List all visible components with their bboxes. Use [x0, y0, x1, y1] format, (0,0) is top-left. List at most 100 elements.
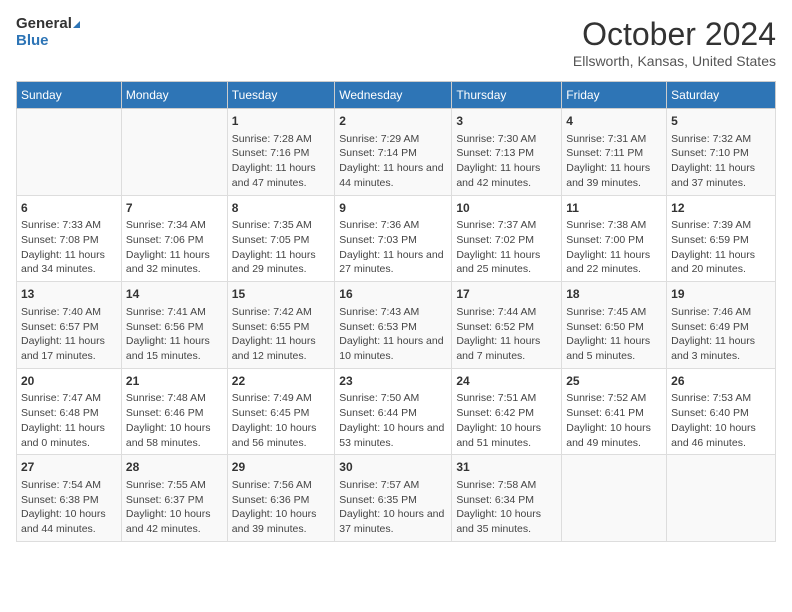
day-header-thursday: Thursday [452, 82, 562, 109]
day-number: 22 [232, 373, 330, 390]
calendar-cell: 28 Sunrise: 7:55 AM Sunset: 6:37 PM Dayli… [121, 455, 227, 542]
calendar-cell: 11Sunrise: 7:38 AM Sunset: 7:00 PM Dayli… [562, 195, 667, 282]
day-info: Sunrise: 7:58 AM Sunset: 6:34 PM Dayligh… [456, 478, 557, 537]
day-info: Sunrise: 7:39 AM Sunset: 6:59 PM Dayligh… [671, 218, 771, 277]
calendar-cell: 23Sunrise: 7:50 AM Sunset: 6:44 PM Dayli… [335, 368, 452, 455]
calendar-cell: 16Sunrise: 7:43 AM Sunset: 6:53 PM Dayli… [335, 282, 452, 369]
day-header-sunday: Sunday [17, 82, 122, 109]
day-header-tuesday: Tuesday [227, 82, 334, 109]
day-info: Sunrise: 7:55 AM Sunset: 6:37 PM Dayligh… [126, 478, 223, 537]
calendar-cell: 5 Sunrise: 7:32 AM Sunset: 7:10 PM Daylig… [667, 109, 776, 196]
calendar-cell: 18 Sunrise: 7:45 AM Sunset: 6:50 PM Dayli… [562, 282, 667, 369]
calendar-week-row: 1 Sunrise: 7:28 AM Sunset: 7:16 PM Daylig… [17, 109, 776, 196]
day-number: 23 [339, 373, 447, 390]
day-number: 9 [339, 200, 447, 217]
day-info: Sunrise: 7:28 AM Sunset: 7:16 PM Dayligh… [232, 132, 330, 191]
calendar-cell: 13 Sunrise: 7:40 AM Sunset: 6:57 PM Dayli… [17, 282, 122, 369]
day-header-friday: Friday [562, 82, 667, 109]
title-area: October 2024 Ellsworth, Kansas, United S… [573, 16, 776, 69]
day-info: Sunrise: 7:43 AM Sunset: 6:53 PM Dayligh… [339, 305, 447, 364]
day-info: Sunrise: 7:35 AM Sunset: 7:05 PM Dayligh… [232, 218, 330, 277]
day-number: 13 [21, 286, 117, 303]
calendar-cell: 9Sunrise: 7:36 AM Sunset: 7:03 PM Daylig… [335, 195, 452, 282]
page-header: General Blue October 2024 Ellsworth, Kan… [16, 16, 776, 69]
day-info: Sunrise: 7:40 AM Sunset: 6:57 PM Dayligh… [21, 305, 117, 364]
calendar-week-row: 6Sunrise: 7:33 AM Sunset: 7:08 PM Daylig… [17, 195, 776, 282]
calendar-cell [667, 455, 776, 542]
day-number: 24 [456, 373, 557, 390]
calendar-cell: 12Sunrise: 7:39 AM Sunset: 6:59 PM Dayli… [667, 195, 776, 282]
calendar-cell: 7Sunrise: 7:34 AM Sunset: 7:06 PM Daylig… [121, 195, 227, 282]
calendar-week-row: 13 Sunrise: 7:40 AM Sunset: 6:57 PM Dayli… [17, 282, 776, 369]
calendar-cell: 1 Sunrise: 7:28 AM Sunset: 7:16 PM Daylig… [227, 109, 334, 196]
calendar-header-row: SundayMondayTuesdayWednesdayThursdayFrid… [17, 82, 776, 109]
page-subtitle: Ellsworth, Kansas, United States [573, 53, 776, 69]
day-number: 27 [21, 459, 117, 476]
day-number: 28 [126, 459, 223, 476]
calendar-cell: 3Sunrise: 7:30 AM Sunset: 7:13 PM Daylig… [452, 109, 562, 196]
calendar-cell: 4 Sunrise: 7:31 AM Sunset: 7:11 PM Daylig… [562, 109, 667, 196]
day-info: Sunrise: 7:41 AM Sunset: 6:56 PM Dayligh… [126, 305, 223, 364]
day-info: Sunrise: 7:33 AM Sunset: 7:08 PM Dayligh… [21, 218, 117, 277]
day-number: 18 [566, 286, 662, 303]
calendar-cell: 2 Sunrise: 7:29 AM Sunset: 7:14 PM Daylig… [335, 109, 452, 196]
calendar-cell: 22Sunrise: 7:49 AM Sunset: 6:45 PM Dayli… [227, 368, 334, 455]
calendar-cell: 30 Sunrise: 7:57 AM Sunset: 6:35 PM Dayli… [335, 455, 452, 542]
day-header-saturday: Saturday [667, 82, 776, 109]
day-info: Sunrise: 7:29 AM Sunset: 7:14 PM Dayligh… [339, 132, 447, 191]
day-info: Sunrise: 7:54 AM Sunset: 6:38 PM Dayligh… [21, 478, 117, 537]
day-number: 8 [232, 200, 330, 217]
calendar-cell [562, 455, 667, 542]
day-info: Sunrise: 7:46 AM Sunset: 6:49 PM Dayligh… [671, 305, 771, 364]
day-info: Sunrise: 7:38 AM Sunset: 7:00 PM Dayligh… [566, 218, 662, 277]
calendar-week-row: 20Sunrise: 7:47 AM Sunset: 6:48 PM Dayli… [17, 368, 776, 455]
day-number: 10 [456, 200, 557, 217]
day-number: 29 [232, 459, 330, 476]
day-number: 17 [456, 286, 557, 303]
calendar-cell [17, 109, 122, 196]
day-info: Sunrise: 7:37 AM Sunset: 7:02 PM Dayligh… [456, 218, 557, 277]
calendar-cell: 25Sunrise: 7:52 AM Sunset: 6:41 PM Dayli… [562, 368, 667, 455]
day-info: Sunrise: 7:51 AM Sunset: 6:42 PM Dayligh… [456, 391, 557, 450]
calendar-cell: 24Sunrise: 7:51 AM Sunset: 6:42 PM Dayli… [452, 368, 562, 455]
day-number: 2 [339, 113, 447, 130]
day-number: 5 [671, 113, 771, 130]
calendar-cell: 8Sunrise: 7:35 AM Sunset: 7:05 PM Daylig… [227, 195, 334, 282]
calendar-cell: 15 Sunrise: 7:42 AM Sunset: 6:55 PM Dayli… [227, 282, 334, 369]
day-info: Sunrise: 7:50 AM Sunset: 6:44 PM Dayligh… [339, 391, 447, 450]
day-info: Sunrise: 7:49 AM Sunset: 6:45 PM Dayligh… [232, 391, 330, 450]
calendar-cell: 26Sunrise: 7:53 AM Sunset: 6:40 PM Dayli… [667, 368, 776, 455]
day-info: Sunrise: 7:56 AM Sunset: 6:36 PM Dayligh… [232, 478, 330, 537]
day-info: Sunrise: 7:34 AM Sunset: 7:06 PM Dayligh… [126, 218, 223, 277]
calendar-cell: 29 Sunrise: 7:56 AM Sunset: 6:36 PM Dayli… [227, 455, 334, 542]
day-number: 30 [339, 459, 447, 476]
calendar-table: SundayMondayTuesdayWednesdayThursdayFrid… [16, 81, 776, 542]
day-number: 6 [21, 200, 117, 217]
calendar-week-row: 27 Sunrise: 7:54 AM Sunset: 6:38 PM Dayli… [17, 455, 776, 542]
calendar-cell [121, 109, 227, 196]
day-info: Sunrise: 7:31 AM Sunset: 7:11 PM Dayligh… [566, 132, 662, 191]
day-info: Sunrise: 7:53 AM Sunset: 6:40 PM Dayligh… [671, 391, 771, 450]
day-info: Sunrise: 7:42 AM Sunset: 6:55 PM Dayligh… [232, 305, 330, 364]
day-info: Sunrise: 7:30 AM Sunset: 7:13 PM Dayligh… [456, 132, 557, 191]
day-number: 1 [232, 113, 330, 130]
day-number: 15 [232, 286, 330, 303]
calendar-cell: 17Sunrise: 7:44 AM Sunset: 6:52 PM Dayli… [452, 282, 562, 369]
day-info: Sunrise: 7:32 AM Sunset: 7:10 PM Dayligh… [671, 132, 771, 191]
logo: General Blue [16, 16, 80, 49]
day-info: Sunrise: 7:48 AM Sunset: 6:46 PM Dayligh… [126, 391, 223, 450]
day-number: 4 [566, 113, 662, 130]
day-number: 19 [671, 286, 771, 303]
calendar-cell: 21Sunrise: 7:48 AM Sunset: 6:46 PM Dayli… [121, 368, 227, 455]
calendar-cell: 10Sunrise: 7:37 AM Sunset: 7:02 PM Dayli… [452, 195, 562, 282]
day-number: 7 [126, 200, 223, 217]
logo-blue: Blue [16, 33, 80, 50]
calendar-cell: 27 Sunrise: 7:54 AM Sunset: 6:38 PM Dayli… [17, 455, 122, 542]
calendar-cell: 31Sunrise: 7:58 AM Sunset: 6:34 PM Dayli… [452, 455, 562, 542]
day-header-monday: Monday [121, 82, 227, 109]
calendar-cell: 6Sunrise: 7:33 AM Sunset: 7:08 PM Daylig… [17, 195, 122, 282]
day-header-wednesday: Wednesday [335, 82, 452, 109]
day-info: Sunrise: 7:57 AM Sunset: 6:35 PM Dayligh… [339, 478, 447, 537]
calendar-cell: 20Sunrise: 7:47 AM Sunset: 6:48 PM Dayli… [17, 368, 122, 455]
day-info: Sunrise: 7:45 AM Sunset: 6:50 PM Dayligh… [566, 305, 662, 364]
